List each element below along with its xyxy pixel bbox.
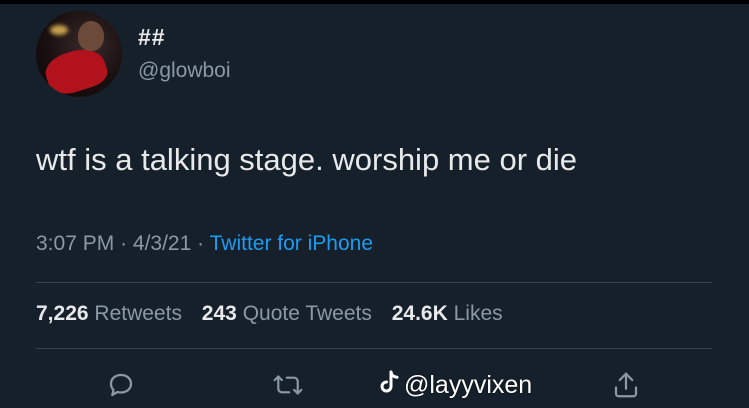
likes-stat[interactable]: 24.6K Likes — [392, 302, 503, 325]
quote-count: 243 — [201, 302, 237, 325]
retweets-count: 7,226 — [36, 302, 89, 325]
engagement-stats: 7,226 Retweets 243 Quote Tweets 24.6K Li… — [36, 302, 503, 326]
retweet-button[interactable] — [271, 370, 303, 400]
tweet-date[interactable]: 4/3/21 — [133, 232, 191, 255]
avatar-red-shape — [41, 42, 111, 97]
avatar-face — [78, 21, 104, 51]
retweets-stat[interactable]: 7,226 Retweets — [36, 302, 182, 325]
display-name[interactable]: ## — [138, 24, 166, 51]
meta-separator: · — [120, 232, 128, 255]
divider — [36, 282, 712, 283]
tweet-time[interactable]: 3:07 PM — [36, 232, 114, 255]
reply-button[interactable] — [106, 370, 136, 400]
user-handle[interactable]: @glowboi — [138, 59, 231, 83]
tiktok-logo-icon — [380, 370, 399, 393]
meta-separator: · — [197, 232, 205, 255]
likes-label: Likes — [453, 302, 503, 325]
avatar-light — [50, 25, 68, 35]
avatar[interactable] — [36, 11, 122, 97]
tiktok-watermark: @layyvixen — [378, 370, 532, 400]
quote-tweets-stat[interactable]: 243 Quote Tweets — [202, 302, 372, 325]
tweet-text: wtf is a talking stage. worship me or di… — [36, 142, 578, 177]
likes-count: 24.6K — [391, 302, 448, 325]
share-icon — [614, 372, 638, 398]
tweet-source[interactable]: Twitter for iPhone — [210, 232, 373, 255]
divider — [36, 348, 712, 349]
retweets-label: Retweets — [94, 302, 182, 325]
quote-label: Quote Tweets — [242, 302, 372, 325]
tweet-meta: 3:07 PM · 4/3/21 · Twitter for iPhone — [36, 232, 373, 256]
retweet-icon — [273, 375, 303, 395]
watermark-user: @layyvixen — [404, 371, 533, 399]
reply-icon — [109, 373, 133, 397]
share-button[interactable] — [611, 370, 641, 400]
tweet-card: ## @glowboi wtf is a talking stage. wors… — [0, 4, 749, 408]
